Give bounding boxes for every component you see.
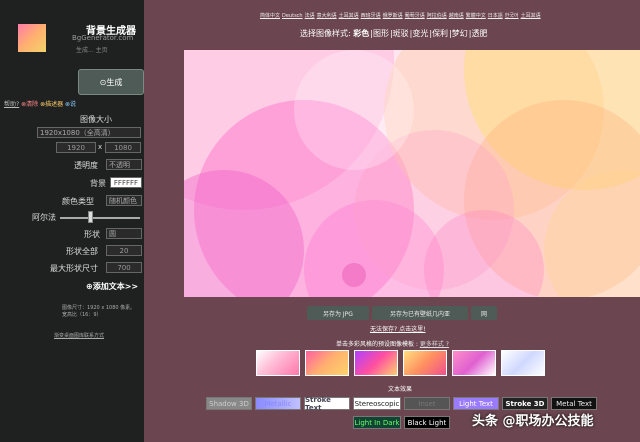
shape-label: 形状 bbox=[84, 230, 100, 239]
lang-link[interactable]: 西班牙语 bbox=[361, 13, 381, 19]
effect-light-in-dark[interactable]: Light In Dark bbox=[353, 416, 401, 429]
alpha-slider-thumb[interactable] bbox=[88, 211, 93, 223]
preview-image bbox=[184, 50, 640, 297]
site-subtitle: BgGenerator.com bbox=[72, 34, 134, 42]
image-info-size: 图像尺寸：1920 x 1080 像素。 bbox=[62, 305, 136, 311]
bg-label: 背景 bbox=[90, 179, 106, 188]
max-shape-label: 最大形状尺寸 bbox=[50, 264, 98, 273]
template-thumbnail[interactable] bbox=[501, 350, 545, 376]
template-thumbnail[interactable] bbox=[256, 350, 300, 376]
template-thumbnail[interactable] bbox=[305, 350, 349, 376]
size-label: 图像大小 bbox=[80, 115, 112, 124]
style-option[interactable]: 保利 bbox=[432, 29, 448, 38]
style-option[interactable]: 变光 bbox=[412, 29, 428, 38]
style-option[interactable]: 彩色 bbox=[353, 29, 369, 38]
color-type-label: 颜色类型 bbox=[62, 197, 94, 206]
lang-link[interactable]: Deutsch bbox=[282, 13, 303, 19]
contact-link[interactable]: 渐变桌面图库联系方式 bbox=[54, 332, 104, 339]
size-select[interactable]: 1920x1080（全高清） bbox=[37, 127, 141, 138]
opacity-select[interactable]: 不透明 bbox=[106, 159, 142, 170]
templates-title: 单击多彩风格的预设图像模板 : 更多样式 ? bbox=[336, 339, 449, 348]
effect-shadow-3d[interactable]: Shadow 3D bbox=[206, 397, 252, 410]
text-effects-title: 文本效果 bbox=[388, 386, 413, 393]
lang-link[interactable]: 阿拉伯语 bbox=[427, 13, 447, 19]
add-text-link[interactable]: ⊕添加文本>> bbox=[86, 281, 138, 292]
effect-stroke-text[interactable]: Stroke Text bbox=[304, 396, 350, 412]
style-prefix: 选择图像样式: bbox=[300, 29, 351, 38]
template-thumbnail[interactable] bbox=[452, 350, 496, 376]
site-tagline: 生成... 主页 bbox=[76, 47, 108, 54]
max-shape-input[interactable]: 700 bbox=[106, 262, 142, 273]
lang-link[interactable]: 俄罗斯语 bbox=[383, 13, 403, 19]
preview-canvas bbox=[184, 50, 640, 297]
bg-color-input[interactable]: FFFFFF bbox=[110, 177, 142, 188]
help-option-1[interactable]: ⊗清除 bbox=[21, 101, 38, 108]
style-option[interactable]: 透肥 bbox=[471, 29, 487, 38]
shape-all-input[interactable]: 20 bbox=[106, 245, 142, 256]
help-row: 帮助? ⊗清除 ⊗描述器 ⊗说 bbox=[4, 99, 76, 108]
sidebar: 背景生成器 BgGenerator.com 生成... 主页 ⊙生成 帮助? ⊗… bbox=[0, 0, 144, 442]
help-option-3[interactable]: ⊗说 bbox=[65, 101, 76, 108]
height-input[interactable]: 1080 bbox=[105, 142, 141, 153]
image-info: 图像尺寸：1920 x 1080 像素。 宽高比（16：9） bbox=[62, 305, 135, 319]
effect-metallic[interactable]: Metallic bbox=[255, 397, 301, 410]
third-action-button[interactable]: 网 bbox=[471, 306, 497, 320]
alpha-slider-track[interactable] bbox=[60, 217, 140, 219]
style-option[interactable]: 梦幻 bbox=[452, 29, 468, 38]
watermark: 头条 @职场办公技能 bbox=[472, 414, 594, 429]
times-sign: x bbox=[98, 143, 103, 151]
save-fail-link[interactable]: 无法保存? 点击这里! bbox=[370, 324, 426, 333]
generate-button[interactable]: ⊙生成 bbox=[78, 69, 144, 95]
lang-link[interactable]: 简体中文 bbox=[260, 13, 280, 19]
image-info-ratio: 宽高比（16：9） bbox=[62, 312, 102, 318]
style-selector: 选择图像样式: 彩色|图形|斑驳|变光|保利|梦幻|透肥 bbox=[300, 29, 488, 38]
language-bar: 简体中文 Deutsch 法语 意大利语 土耳其语 西班牙语 俄罗斯语 葡萄牙语 阿拉伯语 越南语… bbox=[260, 12, 543, 19]
save-jpg-button[interactable]: 另存为 JPG bbox=[307, 306, 369, 320]
templates-title-text: 单击多彩风格的预设图像模板 : bbox=[336, 341, 418, 348]
opacity-label: 透明度 bbox=[74, 161, 98, 170]
lang-link[interactable]: 土耳其语 bbox=[339, 13, 359, 19]
save-wallpaper-button[interactable]: 另存为已有壁纸几内亚 bbox=[372, 306, 468, 320]
color-type-select[interactable]: 随机颜色 bbox=[106, 195, 142, 206]
lang-link[interactable]: 日本語 bbox=[488, 13, 503, 19]
lang-link[interactable]: 葡萄牙语 bbox=[405, 13, 425, 19]
shape-all-label: 形状全部 bbox=[66, 247, 98, 256]
help-link[interactable]: 帮助? bbox=[4, 101, 19, 108]
shape-select[interactable]: 圆 bbox=[106, 228, 142, 239]
style-option[interactable]: 斑驳 bbox=[393, 29, 409, 38]
style-option[interactable]: 图形 bbox=[373, 29, 389, 38]
logo bbox=[18, 24, 46, 52]
template-thumbnail[interactable] bbox=[403, 350, 447, 376]
effect-metal-text[interactable]: Metal Text bbox=[551, 397, 597, 410]
lang-link[interactable]: 土耳其语 bbox=[521, 13, 541, 19]
effect-stereoscopic[interactable]: Stereoscopic bbox=[353, 397, 401, 410]
width-input[interactable]: 1920 bbox=[56, 142, 96, 153]
lang-link[interactable]: 한국어 bbox=[505, 13, 519, 19]
lang-link[interactable]: 意大利语 bbox=[317, 13, 337, 19]
alpha-label: 阿尔法 bbox=[32, 213, 56, 222]
template-thumbnail[interactable] bbox=[354, 350, 398, 376]
lang-link[interactable]: 繁體中文 bbox=[466, 13, 486, 19]
effect-inset[interactable]: Inset bbox=[404, 397, 450, 410]
lang-link[interactable]: 越南语 bbox=[449, 13, 464, 19]
effect-stroke-3d[interactable]: Stroke 3D bbox=[502, 397, 548, 410]
effect-black-light[interactable]: Black Light bbox=[404, 416, 450, 429]
help-option-2[interactable]: ⊗描述器 bbox=[40, 101, 63, 108]
more-styles-link[interactable]: 更多样式 ? bbox=[420, 341, 449, 348]
effect-light-text[interactable]: Light Text bbox=[453, 397, 499, 410]
lang-link[interactable]: 法语 bbox=[305, 13, 315, 19]
